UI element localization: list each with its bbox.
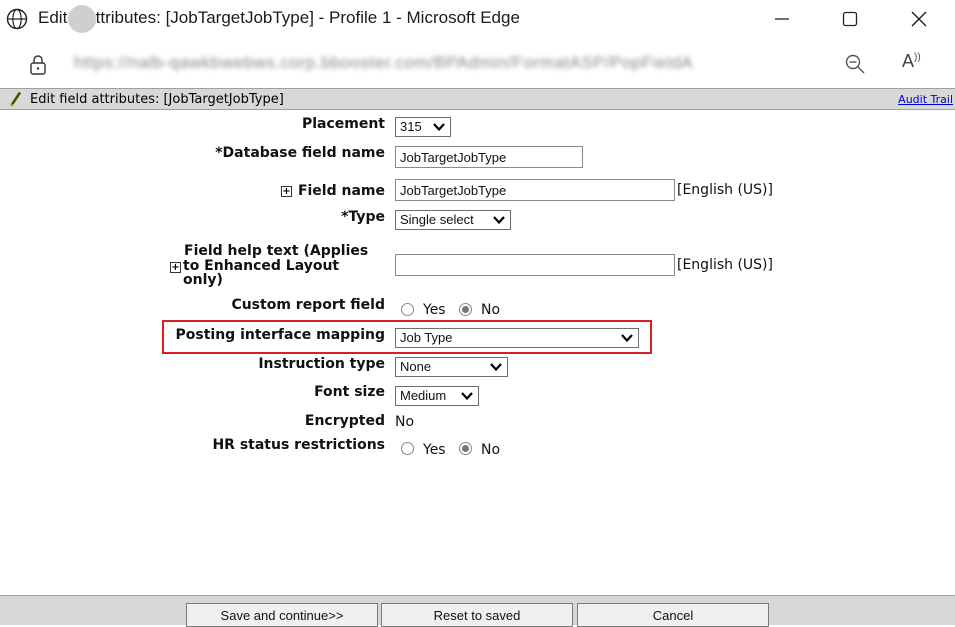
maximize-button[interactable] [827, 0, 873, 38]
chevron-down-icon [461, 392, 473, 401]
posting-mapping-select[interactable]: Job Type [395, 328, 639, 348]
custom-report-label: Custom report field [231, 297, 385, 313]
type-value: Single select [400, 212, 474, 227]
instruction-type-value: None [400, 359, 432, 374]
chevron-down-icon [493, 216, 505, 225]
page-header: Edit field attributes: [JobTargetJobType… [0, 88, 955, 110]
placement-value: 315 [400, 119, 422, 134]
font-size-select[interactable]: Medium [395, 386, 479, 406]
instruction-type-select[interactable]: None [395, 357, 508, 377]
lock-icon[interactable] [28, 54, 48, 76]
type-label: *Type [341, 209, 385, 225]
hr-status-yes-label: Yes [423, 442, 446, 458]
maximize-icon [842, 11, 858, 27]
hr-status-no-label: No [481, 442, 501, 458]
window-title-bar: Edit d attributes: [JobTargetJobType] - … [0, 0, 955, 38]
posting-mapping-value: Job Type [400, 330, 453, 345]
posting-mapping-label: Posting interface mapping [175, 327, 386, 343]
address-bar: https://nalb-qawkbwebws.corp.bbooster.co… [0, 38, 955, 88]
url-text[interactable]: https://nalb-qawkbwebws.corp.bbooster.co… [74, 53, 819, 73]
field-name-expand-icon[interactable]: + [281, 186, 292, 197]
custom-report-no-radio[interactable] [459, 303, 472, 316]
minimize-icon [775, 18, 789, 20]
hr-status-yes-radio[interactable] [401, 442, 414, 455]
font-size-label: Font size [314, 384, 385, 400]
chevron-down-icon [433, 123, 445, 132]
encrypted-value: No [395, 414, 415, 430]
field-attributes-form: Placement 315 *Database field name JobTa… [0, 111, 955, 595]
custom-report-no-label: No [481, 302, 501, 318]
encrypted-label: Encrypted [304, 413, 385, 429]
help-text-language: [English (US)] [677, 257, 773, 273]
audit-trail-link[interactable]: Audit Trail [898, 93, 953, 106]
help-text-label-line3: only) [183, 272, 223, 288]
instruction-type-label: Instruction type [258, 356, 385, 372]
minimize-button[interactable] [759, 0, 805, 38]
field-name-label: Field name [297, 183, 385, 199]
field-name-language: [English (US)] [677, 182, 773, 198]
field-name-input[interactable]: JobTargetJobType [395, 179, 675, 201]
help-text-label-line1: Field help text (Applies [184, 243, 369, 259]
read-aloud-icon[interactable]: A)) [902, 51, 932, 77]
pencil-icon [9, 91, 22, 107]
cancel-button[interactable]: Cancel [577, 603, 769, 627]
chevron-down-icon [621, 334, 633, 343]
close-button[interactable] [896, 0, 942, 38]
type-select[interactable]: Single select [395, 210, 511, 230]
close-icon [911, 11, 927, 27]
zoom-out-icon[interactable] [844, 53, 866, 75]
page-title: Edit field attributes: [JobTargetJobType… [30, 92, 284, 107]
font-size-value: Medium [400, 388, 447, 403]
placement-select[interactable]: 315 [395, 117, 451, 137]
redaction-blur [68, 5, 96, 33]
db-field-name-label: *Database field name [215, 145, 385, 161]
hr-status-label: HR status restrictions [212, 437, 385, 453]
db-field-name-input[interactable]: JobTargetJobType [395, 146, 583, 168]
globe-icon [6, 8, 28, 30]
window-title: Edit d attributes: [JobTargetJobType] - … [38, 8, 520, 27]
placement-label: Placement [301, 116, 385, 132]
hr-status-no-radio[interactable] [459, 442, 472, 455]
help-text-expand-icon[interactable]: + [170, 262, 181, 273]
chevron-down-icon [490, 363, 502, 372]
custom-report-yes-radio[interactable] [401, 303, 414, 316]
save-and-continue-button[interactable]: Save and continue>> [186, 603, 378, 627]
help-text-input[interactable] [395, 254, 675, 276]
button-bar: Save and continue>> Reset to saved Cance… [0, 595, 955, 627]
reset-to-saved-button[interactable]: Reset to saved [381, 603, 573, 627]
custom-report-yes-label: Yes [423, 302, 446, 318]
